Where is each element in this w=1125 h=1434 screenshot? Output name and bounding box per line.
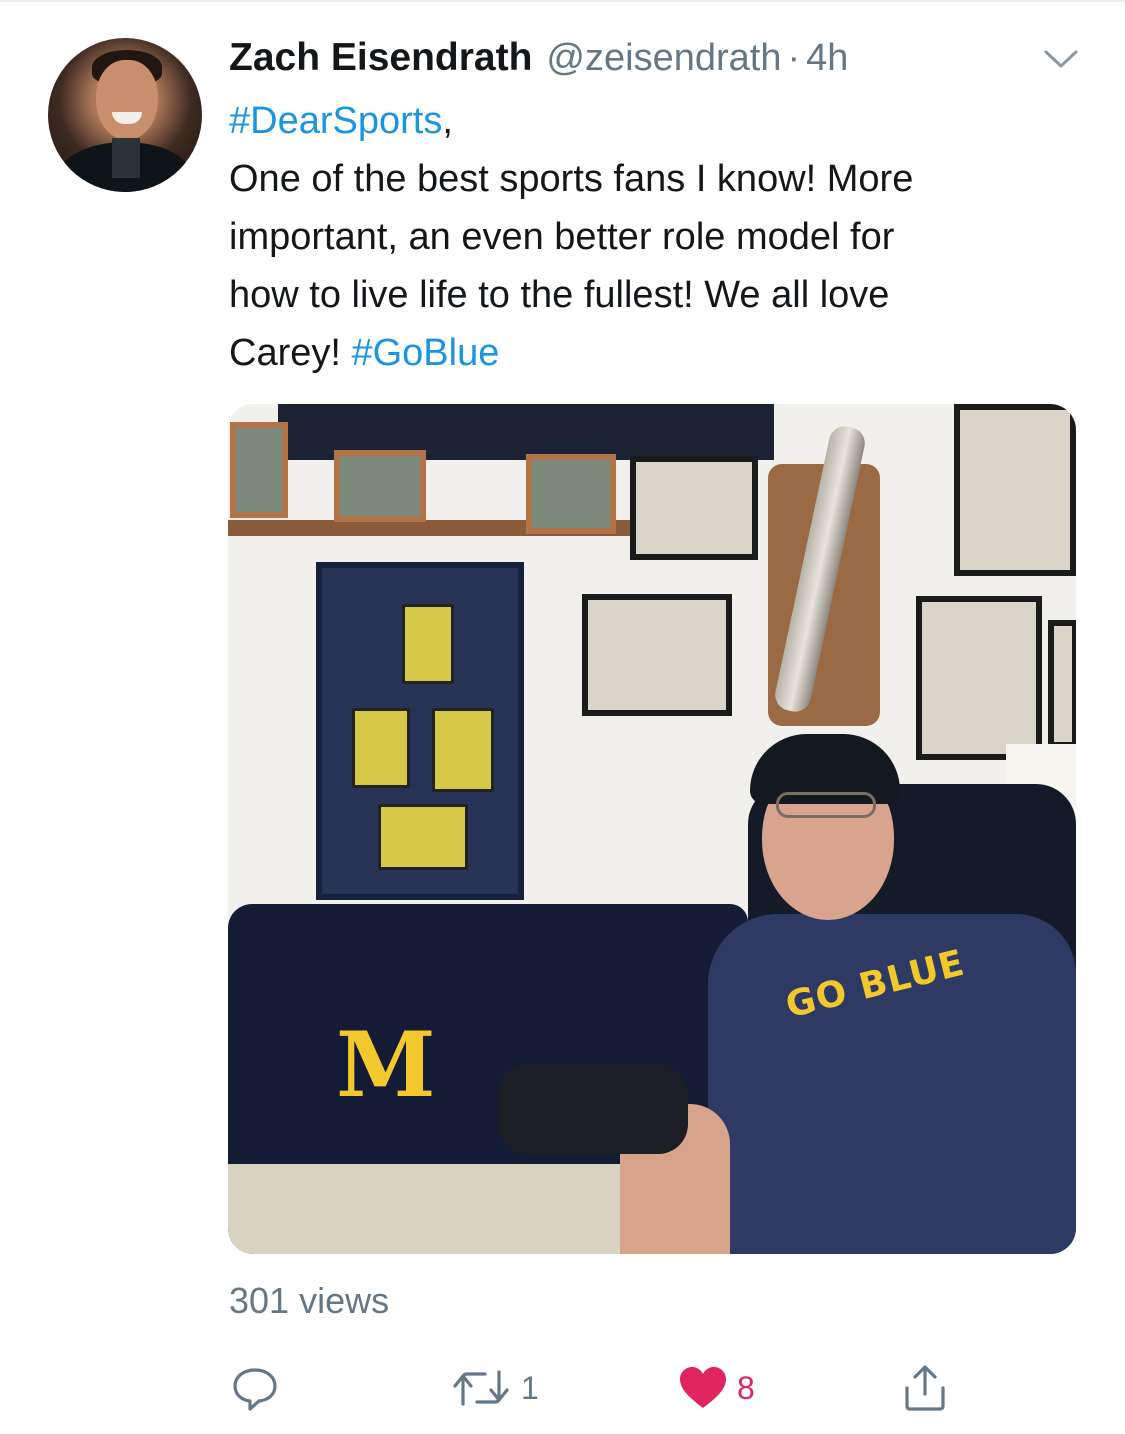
tweet-text-line: #DearSports, <box>229 92 1089 150</box>
tweet-text-line: Carey! #GoBlue <box>229 324 1089 382</box>
media-frame <box>526 454 616 534</box>
view-count: 301 views <box>229 1280 390 1321</box>
tweet-header: Zach Eisendrath @zeisendrath · 4h <box>229 36 848 84</box>
top-divider <box>0 0 1125 2</box>
retweet-button[interactable]: 1 <box>451 1360 539 1416</box>
media-blanket-logo: M <box>336 1012 436 1118</box>
avatar[interactable] <box>48 38 202 192</box>
author-name[interactable]: Zach Eisendrath <box>229 36 532 80</box>
tweet-text-segment: important, an even better role model for <box>229 216 895 258</box>
media-frame <box>954 404 1076 576</box>
media-glasses <box>776 792 876 818</box>
tweet-text-line: important, an even better role model for <box>229 208 1089 266</box>
tweet-text-segment: One of the best sports fans I know! More <box>229 158 914 200</box>
separator-dot: · <box>787 37 801 79</box>
share-icon <box>899 1362 951 1414</box>
tweet-actions: 1 8 <box>229 1360 989 1416</box>
media-frame <box>630 456 758 560</box>
retweet-count: 1 <box>521 1369 539 1406</box>
hashtag-link[interactable]: #DearSports <box>229 100 442 142</box>
tweet-text-line: how to live life to the fullest! We all … <box>229 266 1089 324</box>
like-count: 8 <box>737 1369 755 1406</box>
tweet-text-line: One of the best sports fans I know! More <box>229 150 1089 208</box>
heart-icon <box>677 1362 729 1414</box>
tweet-text: #DearSports, One of the best sports fans … <box>229 92 1089 382</box>
tweet-text-segment: , <box>442 100 453 142</box>
like-button[interactable]: 8 <box>677 1360 755 1416</box>
media-frame <box>334 450 426 522</box>
reply-icon <box>229 1362 281 1414</box>
timestamp[interactable]: 4h <box>806 37 848 80</box>
reply-button[interactable] <box>229 1360 281 1416</box>
media-frame <box>582 594 732 716</box>
tweet-text-segment: Carey! <box>229 332 352 374</box>
author-handle[interactable]: @zeisendrath <box>546 37 781 80</box>
media-frame <box>1048 620 1076 748</box>
media-couch-base <box>228 1164 688 1254</box>
tweet-text-segment: how to live life to the fullest! We all … <box>229 274 890 316</box>
hashtag-link[interactable]: #GoBlue <box>351 332 499 374</box>
share-button[interactable] <box>899 1360 951 1416</box>
media-framed-collage <box>316 562 524 900</box>
media-frame <box>230 422 288 518</box>
retweet-icon <box>451 1362 513 1414</box>
media-joystick <box>498 1064 688 1154</box>
chevron-down-icon[interactable] <box>1040 44 1082 74</box>
video-media[interactable]: M GO BLUE <box>228 404 1076 1254</box>
media-frame <box>916 596 1042 760</box>
